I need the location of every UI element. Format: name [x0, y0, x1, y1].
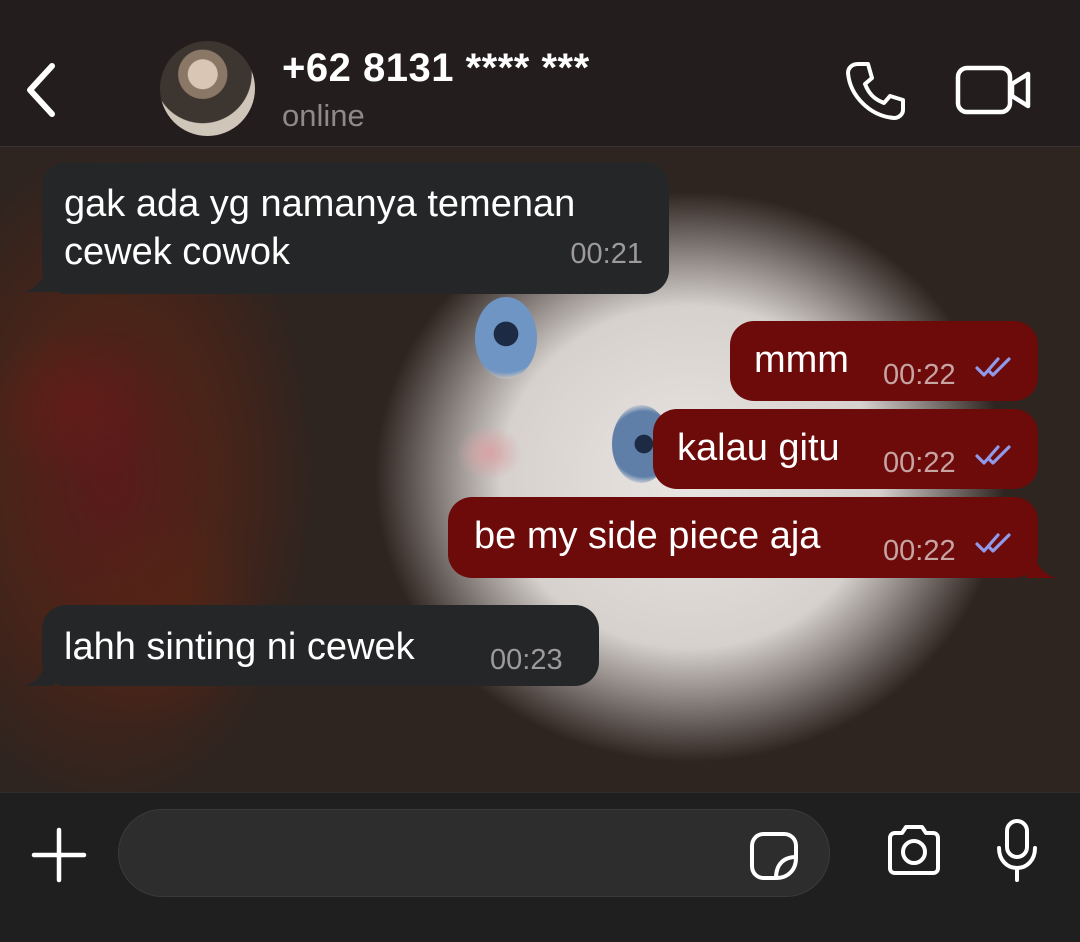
camera-icon[interactable] — [884, 822, 944, 878]
plus-icon[interactable] — [30, 826, 88, 884]
microphone-icon[interactable] — [994, 818, 1040, 884]
outgoing-message[interactable]: mmm 00:22 — [730, 321, 1038, 401]
avatar[interactable] — [160, 41, 255, 136]
incoming-message[interactable]: lahh sinting ni cewek 00:23 — [42, 605, 599, 686]
contact-name[interactable]: +62 8131 **** *** — [282, 46, 590, 91]
message-text: lahh sinting ni cewek — [64, 626, 415, 668]
read-receipt-icon — [975, 357, 1011, 377]
chat-screen: +62 8131 **** *** online gak ada yg nama… — [0, 0, 1080, 942]
message-text: kalau gitu — [677, 427, 840, 469]
wallpaper-detail — [458, 427, 520, 479]
message-time: 00:22 — [883, 535, 956, 567]
message-text: be my side piece aja — [474, 515, 821, 557]
message-text: cewek cowok — [64, 231, 290, 273]
outgoing-message[interactable]: be my side piece aja 00:22 — [448, 497, 1038, 578]
message-time: 00:23 — [490, 644, 563, 676]
chat-area[interactable]: gak ada yg namanya temenan cewek cowok 0… — [0, 147, 1080, 792]
sticker-icon[interactable] — [748, 830, 800, 882]
message-input[interactable] — [118, 809, 830, 897]
message-text: mmm — [754, 339, 849, 381]
read-receipt-icon — [975, 533, 1011, 553]
message-time: 00:21 — [570, 238, 643, 270]
chevron-left-icon[interactable] — [14, 52, 70, 124]
message-time: 00:22 — [883, 447, 956, 479]
phone-icon[interactable] — [840, 56, 910, 126]
read-receipt-icon — [975, 445, 1011, 465]
outgoing-message[interactable]: kalau gitu 00:22 — [653, 409, 1038, 489]
incoming-message[interactable]: gak ada yg namanya temenan cewek cowok 0… — [42, 162, 669, 294]
wallpaper-detail — [475, 297, 537, 379]
message-text: gak ada yg namanya temenan — [64, 183, 576, 225]
message-time: 00:22 — [883, 359, 956, 391]
chat-header: +62 8131 **** *** online — [0, 0, 1080, 147]
contact-status: online — [282, 98, 365, 133]
video-camera-icon[interactable] — [954, 62, 1034, 118]
